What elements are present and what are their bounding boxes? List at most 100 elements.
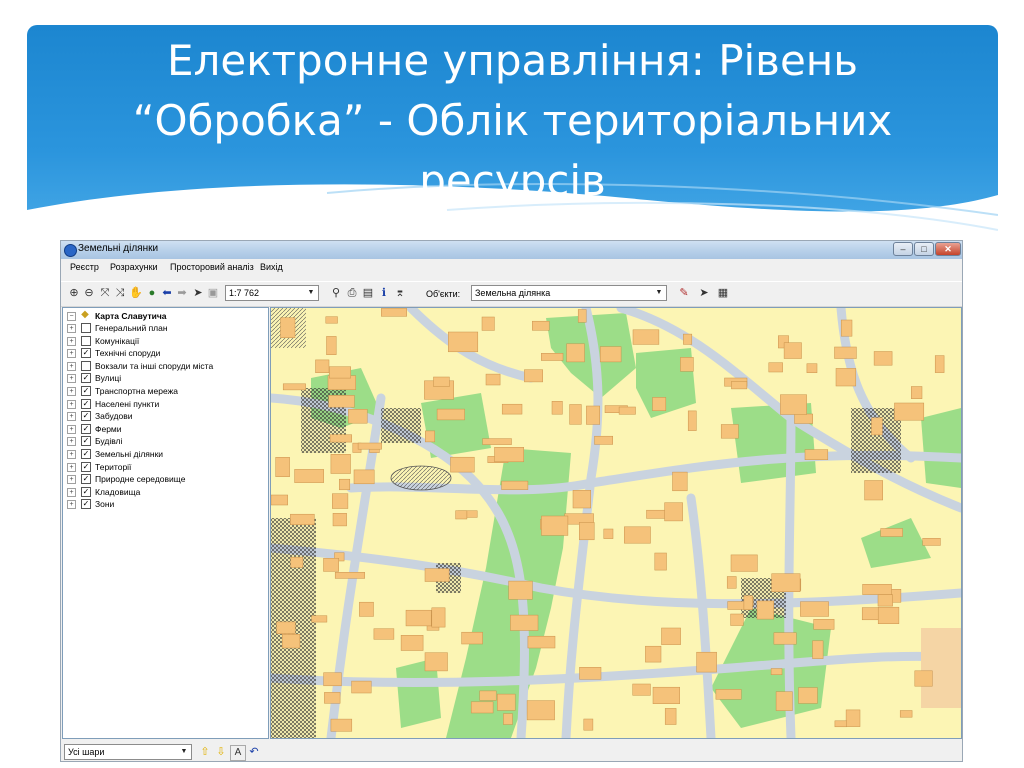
zoom-extent-icon[interactable]: ⤨ bbox=[113, 286, 127, 300]
layer-label: Території bbox=[95, 461, 132, 472]
zoom-in-icon[interactable]: ⊕ bbox=[67, 286, 81, 300]
pan-hand-icon[interactable]: ✋ bbox=[129, 286, 143, 300]
expand-icon[interactable]: + bbox=[67, 500, 76, 510]
chevron-down-icon[interactable]: ▼ bbox=[178, 746, 190, 758]
map-view[interactable] bbox=[270, 307, 962, 739]
layer-checkbox[interactable]: ✓ bbox=[81, 373, 91, 384]
building-footprint bbox=[526, 700, 555, 721]
layer-label: Забудови bbox=[95, 411, 133, 422]
window-titlebar[interactable]: Земельні ділянки – □ ✕ bbox=[61, 241, 962, 259]
building-footprint bbox=[351, 680, 372, 694]
measure-icon[interactable]: ⌆ bbox=[393, 286, 407, 300]
layer-label: Населені пункти bbox=[95, 398, 160, 409]
print-preview-icon[interactable]: ▤ bbox=[361, 286, 375, 300]
binoculars-icon[interactable]: ⚲ bbox=[329, 286, 343, 300]
building-footprint bbox=[683, 333, 693, 345]
window-title: Земельні ділянки bbox=[78, 243, 159, 254]
menu-registry[interactable]: Реєстр bbox=[70, 262, 99, 272]
layer-checkbox[interactable]: ✓ bbox=[81, 348, 91, 359]
expand-icon[interactable]: + bbox=[67, 361, 76, 371]
calculator-icon[interactable]: ▦ bbox=[716, 286, 730, 300]
expand-icon[interactable]: + bbox=[67, 324, 76, 333]
building-footprint bbox=[271, 494, 288, 506]
building-footprint bbox=[664, 708, 677, 725]
building-footprint bbox=[922, 538, 941, 546]
undo-icon[interactable]: ↶ bbox=[247, 745, 261, 759]
expand-icon[interactable]: + bbox=[67, 424, 76, 434]
chevron-down-icon[interactable]: ▼ bbox=[653, 287, 665, 299]
label-a-button[interactable]: A bbox=[230, 745, 246, 761]
layer-checkbox[interactable] bbox=[81, 323, 91, 333]
collapse-icon[interactable]: − bbox=[67, 312, 76, 321]
expand-icon[interactable]: + bbox=[67, 462, 76, 472]
layers-select[interactable]: Усі шари ▼ bbox=[64, 744, 192, 760]
layer-label: Земельні ділянки bbox=[95, 449, 164, 459]
down-arrow-icon[interactable]: ⇩ bbox=[214, 745, 228, 759]
building-footprint bbox=[329, 434, 352, 443]
back-arrow-icon[interactable]: ⬅ bbox=[160, 286, 174, 300]
pencil-icon[interactable]: ✎ bbox=[677, 286, 691, 300]
expand-icon[interactable]: + bbox=[67, 437, 76, 447]
expand-icon[interactable]: + bbox=[67, 487, 76, 497]
pointer-icon[interactable]: ➤ bbox=[697, 286, 711, 300]
forward-arrow-icon[interactable]: ➡ bbox=[175, 286, 189, 300]
full-extent-icon[interactable]: ⤧ bbox=[98, 286, 112, 300]
map-canvas[interactable] bbox=[271, 308, 961, 738]
layer-label: Транспортна мережа bbox=[95, 386, 179, 396]
building-footprint bbox=[455, 510, 468, 520]
building-footprint bbox=[871, 417, 883, 436]
layer-checkbox[interactable]: ✓ bbox=[81, 411, 91, 422]
menu-spatial-analysis[interactable]: Просторовий аналіз bbox=[170, 262, 254, 272]
scale-combobox[interactable]: 1:7 762 ▼ bbox=[225, 285, 319, 301]
objects-combobox[interactable]: Земельна ділянка ▼ bbox=[471, 285, 667, 301]
building-footprint bbox=[501, 480, 529, 490]
expand-icon[interactable]: + bbox=[67, 387, 76, 396]
up-arrow-icon[interactable]: ⇧ bbox=[198, 745, 212, 759]
expand-icon[interactable]: + bbox=[67, 475, 76, 485]
close-button[interactable]: ✕ bbox=[935, 242, 961, 256]
menu-bar: Реєстр Розрахунки Просторовий аналіз Вих… bbox=[61, 259, 962, 277]
layer-checkbox[interactable] bbox=[81, 360, 91, 371]
layer-checkbox[interactable]: ✓ bbox=[81, 423, 91, 434]
maximize-button[interactable]: □ bbox=[914, 242, 934, 256]
layer-checkbox[interactable] bbox=[81, 335, 91, 346]
chevron-down-icon[interactable]: ▼ bbox=[305, 287, 317, 299]
layer-checkbox[interactable]: ✓ bbox=[81, 386, 91, 396]
expand-icon[interactable]: + bbox=[67, 374, 76, 384]
slide-banner: Електронне управління: Рівень “Обробка” … bbox=[27, 25, 998, 255]
layer-checkbox[interactable]: ✓ bbox=[81, 486, 91, 497]
building-footprint bbox=[862, 584, 892, 595]
globe-icon[interactable]: ● bbox=[145, 286, 159, 300]
layer-checkbox[interactable]: ✓ bbox=[81, 449, 91, 459]
building-footprint bbox=[281, 634, 301, 649]
expand-icon[interactable]: + bbox=[67, 349, 76, 359]
zoom-out-icon[interactable]: ⊖ bbox=[82, 286, 96, 300]
building-footprint bbox=[282, 383, 306, 391]
layer-checkbox[interactable]: ✓ bbox=[81, 436, 91, 447]
expand-icon[interactable]: + bbox=[67, 399, 76, 409]
building-footprint bbox=[835, 368, 857, 387]
slide-title-line-1: Електронне управління: Рівень bbox=[167, 36, 858, 85]
print-icon[interactable]: ⎙ bbox=[345, 286, 359, 300]
building-footprint bbox=[572, 490, 591, 509]
building-footprint bbox=[328, 395, 355, 408]
select-pointer-icon[interactable]: ➤ bbox=[191, 286, 205, 300]
building-footprint bbox=[450, 456, 475, 473]
minimize-button[interactable]: – bbox=[893, 242, 913, 256]
menu-exit[interactable]: Вихід bbox=[260, 262, 283, 272]
menu-calculations[interactable]: Розрахунки bbox=[110, 262, 158, 272]
building-footprint bbox=[730, 554, 758, 572]
layer-checkbox[interactable]: ✓ bbox=[81, 499, 91, 510]
building-footprint bbox=[311, 615, 328, 623]
building-footprint bbox=[348, 409, 368, 424]
layers-select-value: Усі шари bbox=[68, 747, 105, 757]
scale-icon[interactable]: ▣ bbox=[206, 286, 220, 300]
expand-icon[interactable]: + bbox=[67, 336, 76, 346]
layer-label: Вулиці bbox=[95, 373, 122, 384]
info-icon[interactable]: ℹ bbox=[377, 286, 391, 300]
layer-checkbox[interactable]: ✓ bbox=[81, 461, 91, 472]
layer-checkbox[interactable]: ✓ bbox=[81, 474, 91, 485]
layer-checkbox[interactable]: ✓ bbox=[81, 398, 91, 409]
expand-icon[interactable]: + bbox=[67, 450, 76, 459]
expand-icon[interactable]: + bbox=[67, 412, 76, 422]
